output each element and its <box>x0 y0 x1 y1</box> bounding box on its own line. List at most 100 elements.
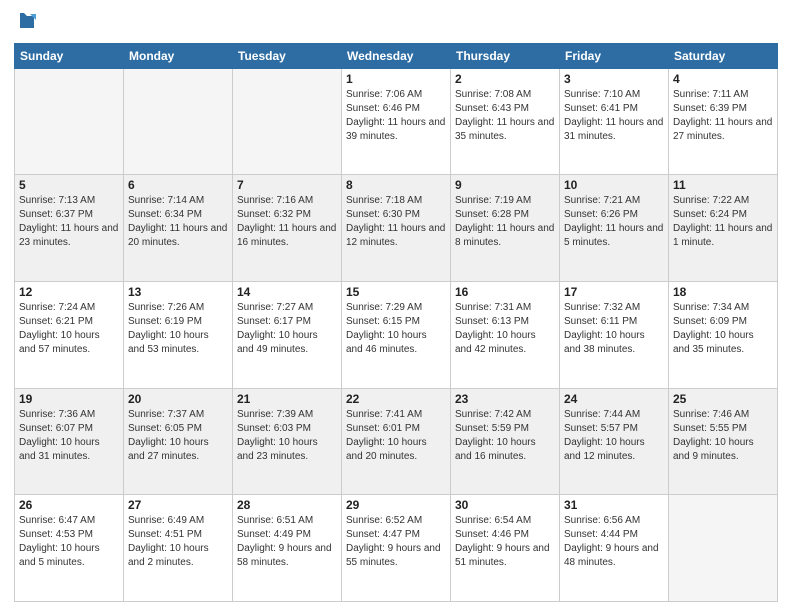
day-number: 20 <box>128 392 228 406</box>
day-info: Sunrise: 7:10 AMSunset: 6:41 PMDaylight:… <box>564 88 664 144</box>
day-info: Sunrise: 7:24 AMSunset: 6:21 PMDaylight:… <box>19 301 119 357</box>
calendar-day-cell: 29 Sunrise: 6:52 AMSunset: 4:47 PMDayligh… <box>342 495 451 602</box>
day-number: 8 <box>346 178 446 192</box>
day-info: Sunrise: 7:21 AMSunset: 6:26 PMDaylight:… <box>564 194 664 250</box>
day-number: 4 <box>673 72 773 86</box>
day-number: 15 <box>346 285 446 299</box>
day-number: 30 <box>455 498 555 512</box>
day-info: Sunrise: 7:16 AMSunset: 6:32 PMDaylight:… <box>237 194 337 250</box>
weekday-header-cell: Friday <box>560 43 669 68</box>
calendar-day-cell: 24 Sunrise: 7:44 AMSunset: 5:57 PMDayligh… <box>560 388 669 495</box>
weekday-header-cell: Saturday <box>669 43 778 68</box>
day-number: 25 <box>673 392 773 406</box>
day-number: 18 <box>673 285 773 299</box>
day-number: 2 <box>455 72 555 86</box>
day-number: 24 <box>564 392 664 406</box>
calendar-day-cell: 14 Sunrise: 7:27 AMSunset: 6:17 PMDayligh… <box>233 282 342 389</box>
calendar-day-cell: 3 Sunrise: 7:10 AMSunset: 6:41 PMDaylight… <box>560 68 669 175</box>
day-info: Sunrise: 6:56 AMSunset: 4:44 PMDaylight:… <box>564 514 664 570</box>
day-info: Sunrise: 7:37 AMSunset: 6:05 PMDaylight:… <box>128 408 228 464</box>
calendar-day-cell: 10 Sunrise: 7:21 AMSunset: 6:26 PMDayligh… <box>560 175 669 282</box>
day-number: 10 <box>564 178 664 192</box>
calendar-day-cell: 6 Sunrise: 7:14 AMSunset: 6:34 PMDaylight… <box>124 175 233 282</box>
calendar-body: 1 Sunrise: 7:06 AMSunset: 6:46 PMDaylight… <box>15 68 778 601</box>
day-number: 22 <box>346 392 446 406</box>
calendar-week-row: 12Sunrise: 7:24 AMSunset: 6:21 PMDayligh… <box>15 282 778 389</box>
calendar-day-cell: 4 Sunrise: 7:11 AMSunset: 6:39 PMDaylight… <box>669 68 778 175</box>
day-info: Sunrise: 7:27 AMSunset: 6:17 PMDaylight:… <box>237 301 337 357</box>
calendar-day-cell: 19Sunrise: 7:36 AMSunset: 6:07 PMDayligh… <box>15 388 124 495</box>
calendar-day-cell: 2 Sunrise: 7:08 AMSunset: 6:43 PMDaylight… <box>451 68 560 175</box>
weekday-header-cell: Sunday <box>15 43 124 68</box>
logo-icon <box>16 10 38 32</box>
day-number: 23 <box>455 392 555 406</box>
day-info: Sunrise: 6:52 AMSunset: 4:47 PMDaylight:… <box>346 514 446 570</box>
day-info: Sunrise: 7:44 AMSunset: 5:57 PMDaylight:… <box>564 408 664 464</box>
calendar-week-row: 5Sunrise: 7:13 AMSunset: 6:37 PMDaylight… <box>15 175 778 282</box>
day-info: Sunrise: 7:14 AMSunset: 6:34 PMDaylight:… <box>128 194 228 250</box>
weekday-header-cell: Monday <box>124 43 233 68</box>
calendar-day-cell: 21 Sunrise: 7:39 AMSunset: 6:03 PMDayligh… <box>233 388 342 495</box>
day-info: Sunrise: 7:26 AMSunset: 6:19 PMDaylight:… <box>128 301 228 357</box>
day-info: Sunrise: 7:32 AMSunset: 6:11 PMDaylight:… <box>564 301 664 357</box>
day-info: Sunrise: 7:18 AMSunset: 6:30 PMDaylight:… <box>346 194 446 250</box>
day-info: Sunrise: 6:49 AMSunset: 4:51 PMDaylight:… <box>128 514 228 570</box>
day-info: Sunrise: 7:08 AMSunset: 6:43 PMDaylight:… <box>455 88 555 144</box>
calendar-week-row: 19Sunrise: 7:36 AMSunset: 6:07 PMDayligh… <box>15 388 778 495</box>
calendar-day-cell: 12Sunrise: 7:24 AMSunset: 6:21 PMDayligh… <box>15 282 124 389</box>
day-number: 27 <box>128 498 228 512</box>
day-info: Sunrise: 7:39 AMSunset: 6:03 PMDaylight:… <box>237 408 337 464</box>
page: SundayMondayTuesdayWednesdayThursdayFrid… <box>0 0 792 612</box>
day-info: Sunrise: 7:06 AMSunset: 6:46 PMDaylight:… <box>346 88 446 144</box>
day-number: 11 <box>673 178 773 192</box>
day-number: 29 <box>346 498 446 512</box>
day-info: Sunrise: 7:34 AMSunset: 6:09 PMDaylight:… <box>673 301 773 357</box>
day-number: 13 <box>128 285 228 299</box>
logo <box>14 10 38 37</box>
day-info: Sunrise: 7:46 AMSunset: 5:55 PMDaylight:… <box>673 408 773 464</box>
day-info: Sunrise: 7:36 AMSunset: 6:07 PMDaylight:… <box>19 408 119 464</box>
day-info: Sunrise: 7:22 AMSunset: 6:24 PMDaylight:… <box>673 194 773 250</box>
calendar-day-cell: 18 Sunrise: 7:34 AMSunset: 6:09 PMDayligh… <box>669 282 778 389</box>
day-info: Sunrise: 7:41 AMSunset: 6:01 PMDaylight:… <box>346 408 446 464</box>
day-info: Sunrise: 7:42 AMSunset: 5:59 PMDaylight:… <box>455 408 555 464</box>
day-number: 7 <box>237 178 337 192</box>
day-number: 31 <box>564 498 664 512</box>
day-number: 21 <box>237 392 337 406</box>
calendar-day-cell: 8 Sunrise: 7:18 AMSunset: 6:30 PMDaylight… <box>342 175 451 282</box>
calendar-day-cell <box>669 495 778 602</box>
calendar-day-cell: 16 Sunrise: 7:31 AMSunset: 6:13 PMDayligh… <box>451 282 560 389</box>
day-info: Sunrise: 6:47 AMSunset: 4:53 PMDaylight:… <box>19 514 119 570</box>
calendar-day-cell <box>124 68 233 175</box>
day-number: 6 <box>128 178 228 192</box>
calendar-week-row: 26Sunrise: 6:47 AMSunset: 4:53 PMDayligh… <box>15 495 778 602</box>
weekday-header-cell: Wednesday <box>342 43 451 68</box>
day-info: Sunrise: 7:19 AMSunset: 6:28 PMDaylight:… <box>455 194 555 250</box>
calendar-day-cell: 9Sunrise: 7:19 AMSunset: 6:28 PMDaylight… <box>451 175 560 282</box>
calendar-day-cell: 7 Sunrise: 7:16 AMSunset: 6:32 PMDaylight… <box>233 175 342 282</box>
day-number: 17 <box>564 285 664 299</box>
calendar-day-cell: 17 Sunrise: 7:32 AMSunset: 6:11 PMDayligh… <box>560 282 669 389</box>
day-number: 14 <box>237 285 337 299</box>
day-info: Sunrise: 7:13 AMSunset: 6:37 PMDaylight:… <box>19 194 119 250</box>
calendar-day-cell: 5Sunrise: 7:13 AMSunset: 6:37 PMDaylight… <box>15 175 124 282</box>
calendar-day-cell: 26Sunrise: 6:47 AMSunset: 4:53 PMDayligh… <box>15 495 124 602</box>
weekday-header-cell: Tuesday <box>233 43 342 68</box>
calendar-day-cell: 11 Sunrise: 7:22 AMSunset: 6:24 PMDayligh… <box>669 175 778 282</box>
day-number: 28 <box>237 498 337 512</box>
calendar-day-cell: 20 Sunrise: 7:37 AMSunset: 6:05 PMDayligh… <box>124 388 233 495</box>
calendar-day-cell <box>15 68 124 175</box>
day-number: 16 <box>455 285 555 299</box>
day-info: Sunrise: 7:31 AMSunset: 6:13 PMDaylight:… <box>455 301 555 357</box>
day-number: 1 <box>346 72 446 86</box>
calendar-week-row: 1 Sunrise: 7:06 AMSunset: 6:46 PMDaylight… <box>15 68 778 175</box>
calendar-table: SundayMondayTuesdayWednesdayThursdayFrid… <box>14 43 778 602</box>
day-info: Sunrise: 7:11 AMSunset: 6:39 PMDaylight:… <box>673 88 773 144</box>
day-number: 3 <box>564 72 664 86</box>
calendar-day-cell: 23 Sunrise: 7:42 AMSunset: 5:59 PMDayligh… <box>451 388 560 495</box>
calendar-day-cell: 1 Sunrise: 7:06 AMSunset: 6:46 PMDaylight… <box>342 68 451 175</box>
day-info: Sunrise: 6:54 AMSunset: 4:46 PMDaylight:… <box>455 514 555 570</box>
header <box>14 10 778 37</box>
day-info: Sunrise: 6:51 AMSunset: 4:49 PMDaylight:… <box>237 514 337 570</box>
calendar-day-cell: 25 Sunrise: 7:46 AMSunset: 5:55 PMDayligh… <box>669 388 778 495</box>
